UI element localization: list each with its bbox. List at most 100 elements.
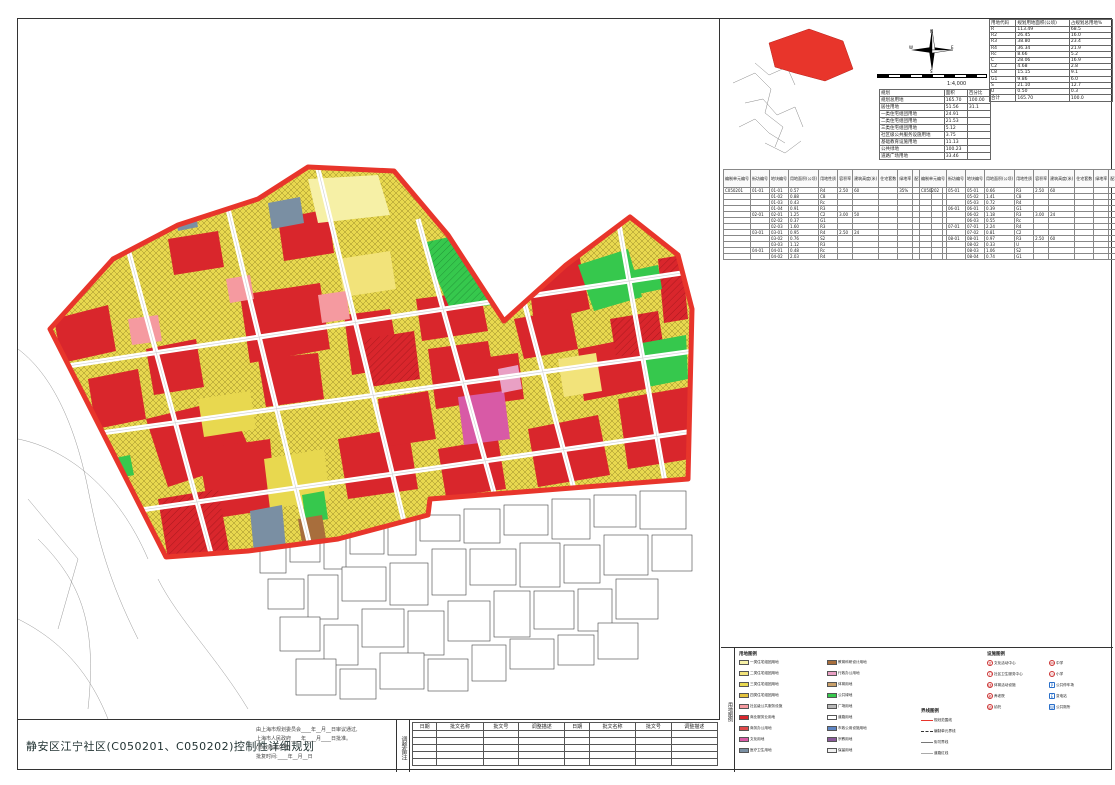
- table-cell: [723, 253, 751, 260]
- legend-swatch: [739, 693, 749, 698]
- facility-icon: 中: [1049, 660, 1055, 666]
- table-cell: 基础教育设施用地: [879, 138, 945, 146]
- legend-item: 商务办公用地: [739, 726, 772, 731]
- scale-bar: [877, 74, 987, 78]
- table-cell: 用地代码: [988, 19, 1017, 27]
- legend-label: 市政公用设施用地: [838, 726, 867, 730]
- boundary-line-icon: [921, 731, 933, 732]
- legend-side-label: 用地图例: [721, 648, 735, 772]
- legend-swatch: [827, 682, 837, 687]
- stats-row: 规划 面积 百分比: [879, 89, 992, 97]
- legend-label: 街坊界线: [934, 740, 949, 744]
- table-cell: 3.75: [943, 131, 968, 139]
- legend-boundary-item: 道路红线: [921, 751, 948, 756]
- adjust-header: 批文名称: [436, 722, 484, 731]
- facility-icon: 小: [1049, 671, 1055, 677]
- legend-item: 医疗卫生用地: [739, 748, 772, 753]
- legend-label: 三类住宅组团用地: [750, 682, 779, 686]
- table-cell: [946, 253, 966, 260]
- table-cell: [966, 117, 992, 125]
- table-cell: [852, 253, 880, 260]
- table-cell: 100.0: [1068, 94, 1114, 103]
- plan-location-highlight: [768, 28, 854, 82]
- legend-swatch: [739, 726, 749, 731]
- block-header-cell: 住宅套数: [1074, 169, 1095, 188]
- legend-swatch: [739, 671, 749, 676]
- legend-label: 道路用地: [838, 715, 853, 719]
- facility-icon: 体: [987, 682, 993, 688]
- legend-swatch: [739, 715, 749, 720]
- legend-symbol-item: 卫社区卫生服务中心: [987, 671, 1023, 677]
- block-header-cell: 容积率: [1033, 169, 1050, 188]
- table-cell: 2.03: [787, 253, 820, 260]
- stats-row: 三类住宅组团用地 5.12: [879, 124, 992, 132]
- title-block: 静安区江宁社区(C050201、C050202)控制性详细规划 由上海市规划委员…: [18, 719, 720, 772]
- table-cell: [1048, 253, 1076, 260]
- block-table-left: 编制单元编号 街坊编号 地块编号 用地面积(公顷) 用地性质 容积率 建筑高度(米) 住宅套数…: [723, 169, 944, 260]
- legend-label: 养老院: [994, 693, 1005, 698]
- block-header-row: 编制单元编号 街坊编号 地块编号 用地面积(公顷) 用地性质 容积率 建筑高度(米) 住宅套数…: [723, 169, 944, 188]
- legend-boundary-item: 街坊界线: [921, 740, 948, 745]
- table-cell: R4: [818, 253, 839, 260]
- legend-label: 社区级公共服务设施: [750, 704, 783, 708]
- table-cell: 24.91: [943, 110, 968, 118]
- legend-label: 保留用地: [838, 748, 853, 752]
- legend-label: 公共厕所: [1056, 704, 1071, 709]
- facility-icon: W: [1049, 704, 1055, 710]
- table-cell: 三类住宅组团用地: [879, 124, 945, 132]
- table-cell: [966, 152, 992, 160]
- legend-label: 公共绿地: [838, 693, 853, 697]
- block-header-cell: 用地面积(公顷): [983, 169, 1016, 188]
- legend-label: 变电站: [1056, 693, 1067, 698]
- block-control-tables: 编制单元编号 街坊编号 地块编号 用地面积(公顷) 用地性质 容积率 建筑高度(米) 住宅套数…: [723, 169, 1115, 647]
- location-minimap: [732, 28, 854, 154]
- legend: 用地图例 用地图例 一类住宅组团用地 二类住宅组团用地 三类住宅组团用地 四类住宅组团…: [721, 647, 1113, 772]
- table-cell: 规划: [879, 89, 945, 97]
- table-cell: G1: [1014, 253, 1035, 260]
- land-use-map[interactable]: [18, 19, 720, 719]
- legend-item: 二类住宅组团用地: [739, 671, 779, 676]
- legend-symbol-item: E 变电站: [1049, 693, 1067, 699]
- legend-swatch: [739, 704, 749, 709]
- plan-sheet: 静安区江宁社区(C050201、C050202)控制性详细规划 由上海市规划委员…: [17, 18, 1115, 772]
- approval-line: 批复时间:____年__月__日: [256, 754, 313, 760]
- facility-icon: 老: [987, 693, 993, 699]
- land-row: 合计 165.70 100.0: [988, 94, 1114, 103]
- legend-symbol-item: 体体育活动设施: [987, 682, 1016, 688]
- facility-icon: P: [1049, 682, 1055, 688]
- block-header-cell: 编制单元编号: [919, 169, 947, 188]
- block-header-cell: 绿地率: [1093, 169, 1110, 188]
- adjust-label: 调整备注: [396, 720, 410, 772]
- scale-text: 1:4,000: [947, 81, 967, 87]
- land-balance-table: 用地代码 规划用地面积(公顷) 占规划总用地% R 113.49 68.5 R2 26.45 1…: [988, 19, 1114, 103]
- legend-swatch: [827, 693, 837, 698]
- legend-label: 商务办公用地: [750, 726, 772, 730]
- facility-icon: 文: [987, 660, 993, 666]
- stats-row: 社区级公共服务设施用地 3.75: [879, 131, 992, 139]
- table-cell: [966, 131, 992, 139]
- legend-label: 教育科研设计用地: [838, 660, 867, 664]
- table-cell: 0.74: [983, 253, 1016, 260]
- block-header-cell: 地块编号: [769, 169, 789, 188]
- table-cell: 100.23: [943, 145, 968, 153]
- legend-symbol-item: 文文化活动中心: [987, 660, 1016, 666]
- stats-row: 公共绿地 100.23: [879, 145, 992, 153]
- block-header-cell: 住宅套数: [878, 169, 899, 188]
- legend-label: 公共停车场: [1056, 682, 1074, 687]
- legend-item: 市政公用设施用地: [827, 726, 867, 731]
- adjust-header: 批文号: [635, 722, 672, 731]
- table-cell: 100.00: [966, 96, 992, 104]
- legend-landuse-title: 用地图例: [739, 652, 757, 657]
- facility-icon: 卫: [987, 671, 993, 677]
- table-cell: 占规划总用地%: [1068, 19, 1114, 27]
- table-cell: 11.13: [943, 138, 968, 146]
- block-header-cell: 绿地率: [897, 169, 914, 188]
- block-row: 08-04 0.74 G1: [919, 253, 1115, 260]
- legend-label: 文化用地: [750, 737, 765, 741]
- legend-label: 中学: [1056, 660, 1064, 665]
- legend-swatch: [827, 671, 837, 676]
- legend-label: 宗教用地: [838, 737, 853, 741]
- stats-row: 一类住宅组团用地 24.91: [879, 110, 992, 118]
- approval-line: (市政府批文号): [256, 745, 290, 751]
- approval-notes: 由上海市规划委员会____年__月__日审议通过, 上海市人民政府____年__…: [256, 726, 392, 762]
